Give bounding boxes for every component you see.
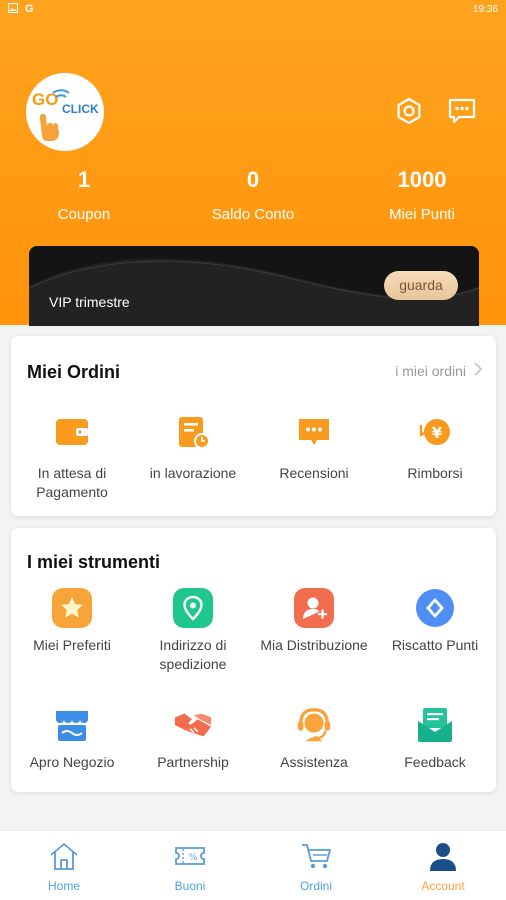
tool-label: Mia Distribuzione: [260, 637, 368, 653]
tab-buoni[interactable]: % Buoni: [127, 839, 253, 893]
stat-label: Miei Punti: [389, 206, 455, 223]
tool-redeem-points[interactable]: Riscatto Punti: [374, 588, 496, 655]
stat-value: 1000: [397, 167, 447, 192]
stat-label: Saldo Conto: [211, 206, 295, 223]
location-icon: [173, 588, 213, 628]
refund-icon: ¥: [415, 412, 455, 452]
tab-label: Ordini: [299, 879, 332, 893]
processing-icon: [173, 412, 213, 452]
order-processing[interactable]: in lavorazione: [132, 412, 254, 483]
distribution-icon: [294, 588, 334, 628]
vip-title: VIP trimestre: [49, 294, 130, 310]
tool-feedback[interactable]: Feedback: [374, 705, 496, 772]
order-item-label: Rimborsi: [407, 465, 463, 481]
bottom-tab-bar: Home % Buoni Ordini Account: [0, 830, 506, 900]
status-bar: G 19:36: [0, 0, 506, 18]
message-icon[interactable]: [446, 95, 478, 127]
my-orders-link[interactable]: i miei ordini: [395, 362, 483, 379]
tool-favorites[interactable]: Miei Preferiti: [11, 588, 133, 655]
orders-title: Miei Ordini: [27, 362, 121, 382]
tool-label: Assistenza: [280, 754, 348, 770]
coupon-icon: %: [173, 839, 207, 873]
tab-home[interactable]: Home: [1, 839, 127, 893]
stat-value: 1: [77, 167, 91, 192]
chevron-right-icon: [474, 362, 483, 379]
stat-saldo-conto[interactable]: 0 Saldo Conto: [173, 166, 333, 223]
review-icon: [294, 412, 334, 452]
star-icon: [52, 588, 92, 628]
points-icon: [415, 588, 455, 628]
order-item-label: Recensioni: [279, 465, 349, 481]
tab-label: Buoni: [174, 879, 206, 893]
tab-label: Account: [421, 879, 465, 893]
tool-open-shop[interactable]: Apro Negozio: [11, 705, 133, 772]
feedback-icon: [415, 705, 455, 745]
profile-header: GO CLICK 1 Coupon 0 Saldo Conto 1000 Mie…: [0, 0, 506, 326]
tab-account[interactable]: Account: [380, 839, 506, 893]
wallet-icon: [52, 412, 92, 452]
tool-label: Partnership: [157, 754, 229, 770]
tool-label: Indirizzo di spedizione: [159, 637, 227, 672]
shop-icon: [52, 705, 92, 745]
tool-distribution[interactable]: Mia Distribuzione: [253, 588, 375, 655]
tool-label: Apro Negozio: [29, 754, 115, 770]
stat-miei-punti[interactable]: 1000 Miei Punti: [342, 166, 502, 223]
tool-support[interactable]: Assistenza: [253, 705, 375, 772]
tool-label: Riscatto Punti: [391, 637, 479, 653]
settings-icon[interactable]: [393, 95, 425, 127]
tools-title: I miei strumenti: [27, 552, 161, 572]
order-pending-payment[interactable]: In attesa di Pagamento: [11, 412, 133, 502]
tool-partnership[interactable]: Partnership: [132, 705, 254, 772]
tool-label: Miei Preferiti: [33, 637, 111, 653]
tool-shipping-address[interactable]: Indirizzo di spedizione: [132, 588, 254, 674]
vip-banner[interactable]: VIP trimestre guarda: [29, 246, 479, 326]
handshake-icon: [173, 705, 213, 745]
my-orders-link-label: i miei ordini: [395, 362, 466, 379]
tab-ordini[interactable]: Ordini: [253, 839, 379, 893]
order-refunds[interactable]: ¥ Rimborsi: [374, 412, 496, 483]
vip-view-button[interactable]: guarda: [384, 271, 458, 300]
stat-label: Coupon: [57, 206, 111, 223]
stat-value: 0: [246, 167, 260, 192]
google-icon: G: [25, 3, 34, 15]
order-item-label: In attesa di Pagamento: [36, 465, 108, 500]
order-reviews[interactable]: Recensioni: [253, 412, 375, 483]
app-logo: GO CLICK: [26, 73, 104, 151]
tab-label: Home: [47, 879, 80, 893]
cart-icon: [299, 839, 333, 873]
svg-text:¥: ¥: [432, 424, 443, 442]
orders-card: Miei Ordini i miei ordini In attesa di P…: [11, 336, 496, 516]
home-icon: [47, 839, 81, 873]
support-icon: [294, 705, 334, 745]
stat-coupon[interactable]: 1 Coupon: [4, 166, 164, 223]
tool-label: Feedback: [404, 754, 466, 770]
image-icon: [8, 2, 18, 16]
account-icon: [426, 839, 460, 873]
order-item-label: in lavorazione: [149, 465, 237, 481]
tools-card: I miei strumenti Miei Preferiti Indirizz…: [11, 528, 496, 792]
status-time: 19:36: [472, 3, 498, 15]
svg-text:%: %: [189, 853, 198, 863]
svg-text:CLICK: CLICK: [62, 102, 99, 116]
